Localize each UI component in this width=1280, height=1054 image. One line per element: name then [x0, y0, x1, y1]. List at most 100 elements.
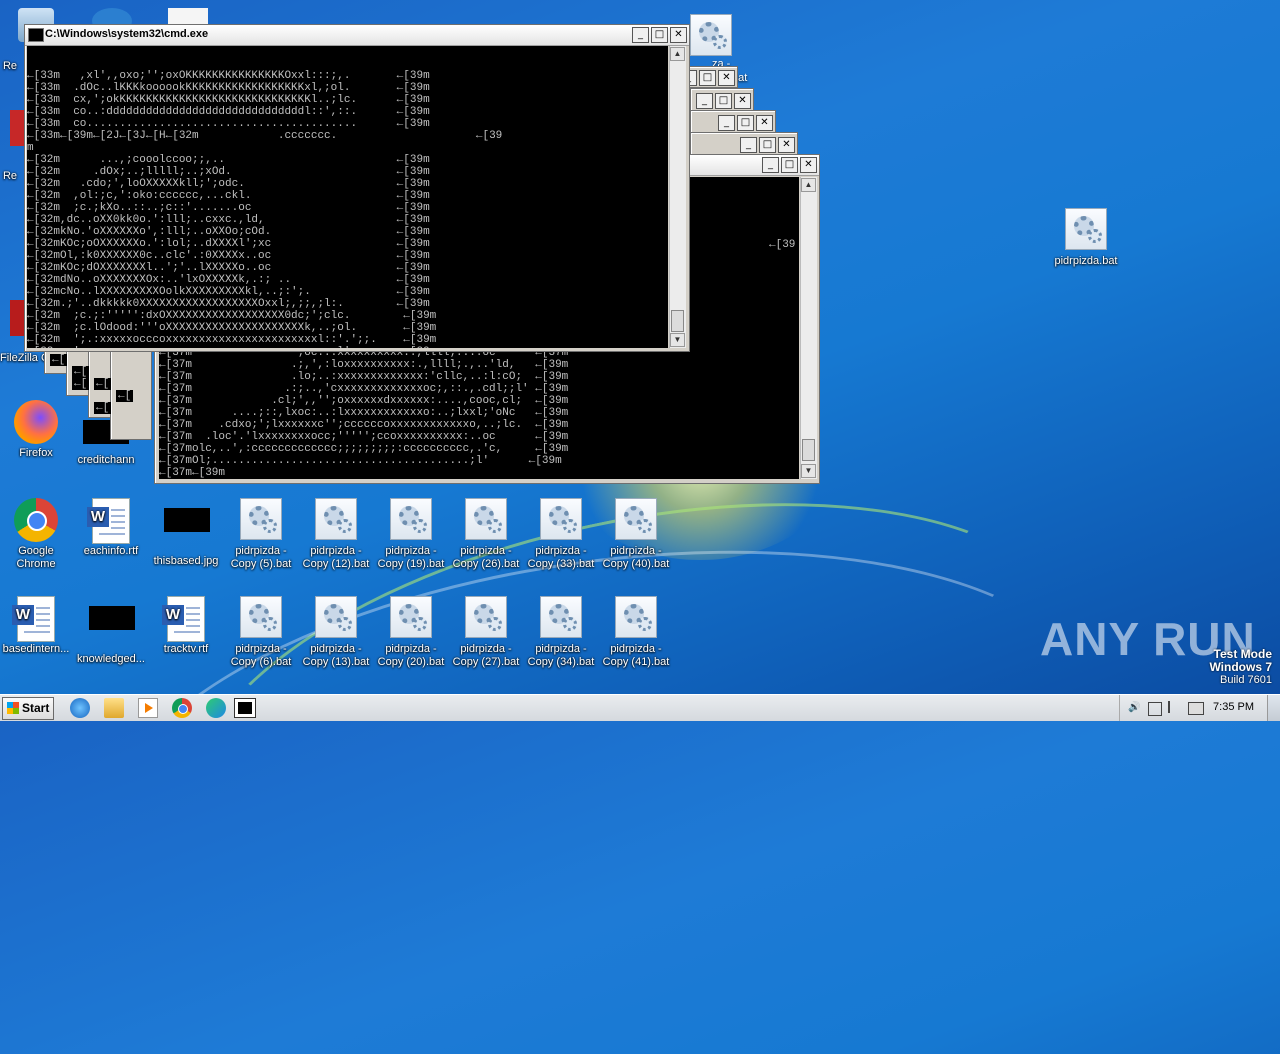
maximize-button[interactable]: □: [651, 27, 668, 43]
desktop-icon-label: Google Chrome: [16, 545, 56, 570]
explorer-folder-icon[interactable]: [104, 698, 124, 718]
document-icon: W: [162, 596, 205, 642]
desktop-icon-label: pidrpizda - Copy (13).bat: [302, 643, 370, 668]
desktop-icon-label: pidrpizda - Copy (19).bat: [377, 545, 445, 570]
edge-icon[interactable]: [206, 698, 226, 718]
scroll-up-button[interactable]: ▲: [670, 47, 685, 61]
minimize-button[interactable]: _: [718, 115, 735, 131]
maximize-button[interactable]: □: [737, 115, 754, 131]
minimize-button[interactable]: _: [696, 93, 713, 109]
console-line: ←[37m←[39m: [159, 467, 226, 479]
desktop-icon[interactable]: pidrpizda - Copy (33).bat: [525, 498, 597, 571]
bat-file-icon: [539, 596, 583, 640]
gear-icon: [390, 596, 432, 638]
close-icon[interactable]: ✕: [756, 115, 773, 131]
scroll-down-button[interactable]: ▼: [670, 333, 685, 347]
start-button[interactable]: Start: [2, 697, 54, 720]
vertical-scrollbar[interactable]: ▲ ▼: [669, 46, 686, 348]
desktop-icon-label: tracktv.rtf: [163, 643, 209, 655]
console-line: ←[33m cx,';okKKKKKKKKKKKKKKKKKKKKKKKKKKK…: [27, 94, 430, 106]
maximize-button[interactable]: □: [781, 157, 798, 173]
tray-sound-icon[interactable]: 🔊: [1128, 702, 1140, 713]
scroll-thumb[interactable]: [671, 310, 684, 332]
close-icon[interactable]: ✕: [800, 157, 817, 173]
chrome-icon[interactable]: [172, 698, 192, 718]
gear-icon: [240, 596, 282, 638]
cmd-window-titlebar-a[interactable]: _□✕: [680, 66, 738, 88]
desktop-icon[interactable]: thisbased.jpg: [150, 498, 222, 568]
maximize-button[interactable]: □: [715, 93, 732, 109]
tray-network-icon[interactable]: [1148, 702, 1162, 716]
desktop-icon-label: pidrpizda - Copy (26).bat: [452, 545, 520, 570]
console-output[interactable]: ←[33m ,xl',,oxo;'';oxOKKKKKKKKKKKKKKKOxx…: [27, 46, 668, 348]
console-line: ←[33m ,xl',,oxo;'';oxOKKKKKKKKKKKKKKKOxx…: [27, 70, 430, 82]
bat-file-icon: [539, 498, 583, 542]
cmd-window-titlebar-d[interactable]: _ □ ✕: [690, 132, 798, 156]
desktop-icon[interactable]: pidrpizda - Copy (20).bat: [375, 596, 447, 669]
gear-icon: [690, 14, 732, 56]
word-doc-icon: W: [87, 498, 133, 544]
desktop-icon[interactable]: pidrpizda - Copy (19).bat: [375, 498, 447, 571]
desktop-icon[interactable]: pidrpizda - Copy (40).bat: [600, 498, 672, 571]
gear-icon: [1065, 208, 1107, 250]
desktop-icon[interactable]: pidrpizda - Copy (5).bat: [225, 498, 297, 571]
maximize-button[interactable]: □: [759, 137, 776, 153]
console-fragment: ←[: [94, 378, 112, 390]
title-bar[interactable]: C:\Windows\system32\cmd.exe _ □ ✕: [25, 25, 689, 46]
cmd-taskbar-button[interactable]: [234, 698, 256, 718]
desktop-icon[interactable]: Wbasedintern...: [0, 596, 72, 656]
taskbar-clock[interactable]: 7:35 PM: [1213, 701, 1254, 713]
bat-file-icon: [464, 596, 508, 640]
show-desktop-button[interactable]: [1267, 695, 1280, 721]
desktop-icon[interactable]: Google Chrome: [0, 498, 72, 571]
desktop-icon[interactable]: Weachinfo.rtf: [75, 498, 147, 558]
tray-display-icon[interactable]: [1188, 702, 1204, 715]
desktop-icon[interactable]: pidrpizda - Copy (27).bat: [450, 596, 522, 669]
test-mode-watermark: Test Mode Windows 7 Build 7601: [1209, 648, 1272, 687]
close-icon[interactable]: ✕: [670, 27, 687, 43]
desktop-icon[interactable]: pidrpizda - Copy (6).bat: [225, 596, 297, 669]
desktop-icon-firefox[interactable]: Firefox: [0, 400, 72, 460]
image-thumbnail-icon: [89, 606, 135, 650]
bat-file-icon: [239, 498, 283, 542]
bat-file-icon: [464, 498, 508, 542]
bat-file-icon[interactable]: [690, 14, 732, 56]
console-line: ←[32mkNo.'oXXXXXXo',:lll;..oXXOo;cOd. ←[…: [27, 226, 430, 238]
console-line: ←[33m co..:ddddddddddddddddddddddddddddd…: [27, 106, 430, 118]
close-icon[interactable]: ✕: [778, 137, 795, 153]
scroll-up-button[interactable]: ▲: [801, 178, 816, 192]
cmd-icon: [28, 28, 44, 42]
start-label: Start: [22, 701, 50, 715]
scroll-down-button[interactable]: ▼: [801, 464, 816, 478]
minimize-button[interactable]: _: [740, 137, 757, 153]
desktop-icon[interactable]: pidrpizda - Copy (41).bat: [600, 596, 672, 669]
minimize-button[interactable]: _: [762, 157, 779, 173]
desktop-icon-label: basedintern...: [2, 643, 70, 655]
cmd-window-titlebar-c[interactable]: _ □ ✕: [690, 110, 776, 134]
desktop-icon[interactable]: pidrpizda - Copy (12).bat: [300, 498, 372, 571]
scroll-thumb[interactable]: [802, 439, 815, 461]
tray-flag-icon[interactable]: [1168, 701, 1182, 713]
internet-explorer-icon[interactable]: [70, 698, 90, 718]
close-icon[interactable]: ✕: [718, 70, 735, 86]
desktop-icon[interactable]: knowledged...: [75, 596, 147, 666]
minimize-button[interactable]: _: [632, 27, 649, 43]
cmd-window-main[interactable]: C:\Windows\system32\cmd.exe _ □ ✕ ←[33m ,x…: [24, 24, 690, 352]
desktop-icon-label: pidrpizda - Copy (5).bat: [230, 545, 292, 570]
desktop-icon[interactable]: Wtracktv.rtf: [150, 596, 222, 656]
desktop-icon[interactable]: pidrpizda - Copy (13).bat: [300, 596, 372, 669]
close-icon[interactable]: ✕: [734, 93, 751, 109]
console-fragment: ←[: [50, 354, 68, 366]
desktop-icon[interactable]: pidrpizda - Copy (34).bat: [525, 596, 597, 669]
console-fragment: ←[39: [769, 239, 796, 251]
desktop-icon[interactable]: pidrpizda - Copy (26).bat: [450, 498, 522, 571]
media-player-icon[interactable]: [138, 698, 158, 718]
desktop-icon-label: knowledged...: [77, 653, 145, 665]
desktop-icon-pidrpizda[interactable]: pidrpizda.bat: [1050, 208, 1122, 268]
maximize-button[interactable]: □: [699, 70, 716, 86]
desktop-icon-label: pidrpizda - Copy (33).bat: [527, 545, 595, 570]
vertical-scrollbar[interactable]: ▲ ▼: [800, 177, 817, 479]
cmd-window-titlebar-b[interactable]: _ □ ✕: [690, 88, 754, 112]
desktop-icon-label: pidrpizda - Copy (34).bat: [527, 643, 595, 668]
bat-file-icon: [389, 498, 433, 542]
